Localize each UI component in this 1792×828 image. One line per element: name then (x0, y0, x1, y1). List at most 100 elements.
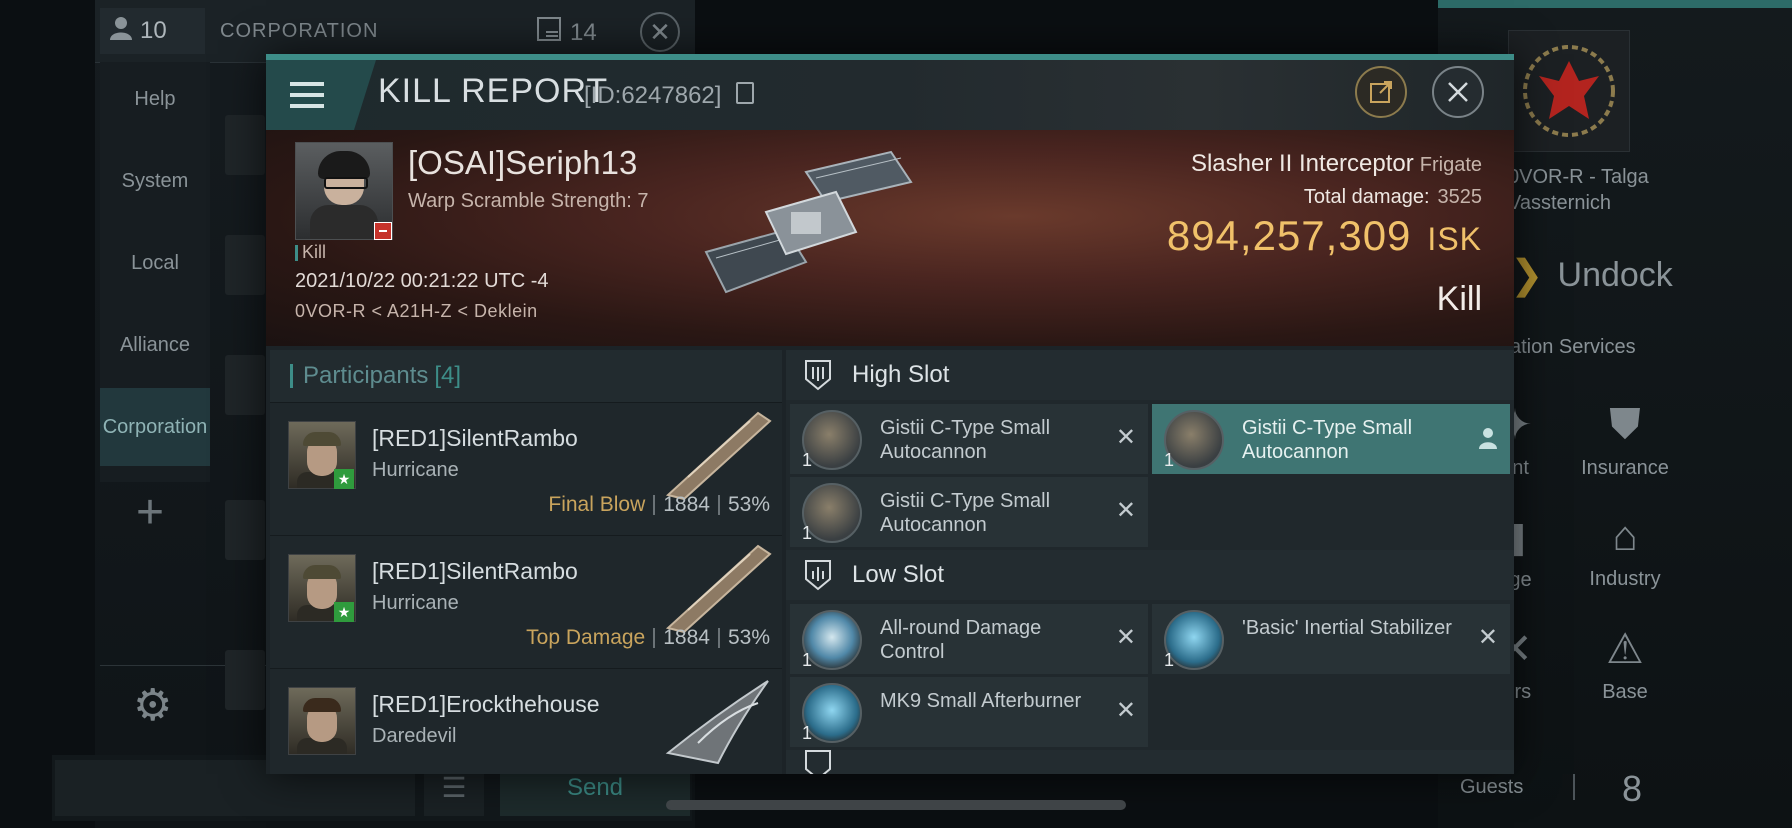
total-damage-label: Total damage: (1303, 186, 1430, 208)
participants-panel: Participants [4] ★ [RED1]SilentRambo Hur… (270, 350, 782, 774)
service-label: Industry (1589, 568, 1661, 590)
participant-row[interactable]: [RED1]Erockthehouse Daredevil (270, 668, 782, 774)
background-close-icon[interactable]: ✕ (640, 12, 680, 52)
service-item-insurance[interactable]: ⛊ Insurance (1570, 400, 1680, 480)
modal-title: KILL REPORT (378, 72, 609, 110)
gear-icon[interactable]: ⚙ (133, 680, 172, 731)
sidebar-item-local[interactable]: Local (100, 252, 210, 275)
base-icon: ⚠ (1606, 625, 1644, 672)
participant-name: [RED1]Erockthehouse (372, 691, 600, 717)
share-icon (1370, 81, 1392, 103)
corp-emblem-line1: 0VOR-R - Talga (1508, 166, 1649, 188)
corp-emblem-icon (1508, 30, 1630, 152)
high-slot-header: High Slot (786, 350, 1514, 400)
participant-percent: 53% (727, 493, 770, 516)
ship-class-text: Frigate (1419, 154, 1482, 176)
isk-amount: 894,257,309 (1166, 212, 1412, 259)
industry-icon: ⌂ (1612, 512, 1638, 559)
participant-percent: 53% (727, 626, 770, 649)
module-item[interactable]: 1 Gistii C-Type Small Autocannon ✕ (790, 404, 1148, 474)
module-qty: 1 (1164, 450, 1175, 470)
share-button[interactable] (1355, 66, 1407, 118)
kill-location[interactable]: 0VOR-R < A21H-Z < Deklein (295, 301, 538, 322)
participant-ship-image (665, 680, 769, 765)
module-item[interactable]: 1 All-round Damage Control ✕ (790, 604, 1148, 674)
star-icon: ★ (334, 602, 354, 622)
participant-row[interactable]: ★ [RED1]SilentRambo Hurricane Top Damage… (270, 535, 782, 666)
standing-badge-icon (374, 222, 392, 240)
mail-count-value: 14 (570, 18, 597, 46)
ship-name-text: Slasher II Interceptor (1190, 150, 1414, 177)
victim-name[interactable]: [OSAI]Seriph13 (408, 144, 637, 182)
module-name: MK9 Small Afterburner (880, 690, 1082, 712)
module-item[interactable]: 1 Gistii C-Type Small Autocannon ✕ (790, 477, 1148, 547)
victim-ship-name[interactable]: Slasher II Interceptor Frigate (1191, 150, 1482, 178)
background-mail-count[interactable]: 14 (536, 16, 597, 49)
participant-ship: Hurricane (372, 459, 459, 481)
sidebar-item-corporation[interactable]: Corporation (100, 388, 210, 466)
add-channel-icon[interactable]: + (136, 485, 164, 540)
background-member-count[interactable]: 10 (100, 8, 205, 54)
participant-damage: 1884 (663, 626, 710, 649)
kill-datetime: 2021/10/22 00:21:22 UTC -4 (295, 270, 549, 292)
service-item-base[interactable]: ⚠ Base (1570, 624, 1680, 704)
sidebar-item-system[interactable]: System (100, 170, 210, 193)
module-qty: 1 (802, 650, 813, 670)
fitting-panel: High Slot 1 Gistii C-Type Small Autocann… (786, 350, 1514, 774)
participant-stats: Final Blow 1884 53% (548, 493, 770, 517)
destroyed-icon: ✕ (1115, 497, 1136, 524)
guests-divider (1573, 774, 1575, 800)
avatar (225, 500, 265, 560)
close-button[interactable] (1432, 66, 1484, 118)
kill-tag: Kill (295, 242, 326, 263)
kill-report-modal: KILL REPORT [ID:6247862] [OSAI]Seriph13 … (266, 54, 1514, 774)
participant-ship: Hurricane (372, 592, 459, 614)
module-qty: 1 (802, 723, 813, 743)
total-damage-value: 3525 (1437, 186, 1483, 208)
module-item-selected[interactable]: 1 Gistii C-Type Small Autocannon (1152, 404, 1510, 474)
module-item[interactable]: 1 'Basic' Inertial Stabilizer ✕ (1152, 604, 1510, 674)
person-icon (110, 16, 132, 47)
victim-ship-image[interactable] (686, 142, 926, 302)
participant-row[interactable]: ★ [RED1]SilentRambo Hurricane Final Blow… (270, 402, 782, 533)
avatar (225, 235, 265, 295)
total-damage: Total damage: 3525 (1304, 186, 1482, 209)
insurance-icon: ⛊ (1609, 400, 1641, 447)
sidebar-item-alliance[interactable]: Alliance (100, 334, 210, 357)
next-slot-header-partial (786, 750, 1514, 774)
victim-subtitle: Warp Scramble Strength: 7 (408, 190, 649, 212)
station-services-title: ation Services (1510, 336, 1636, 358)
corp-emblem-name: 0VOR-R - Talga Vassternich (1508, 164, 1649, 216)
participant-ship-image (665, 544, 772, 634)
slot-icon (805, 750, 831, 774)
guests-count: 8 (1622, 768, 1643, 809)
avatar (225, 115, 265, 175)
undock-label: Undock (1557, 255, 1673, 294)
victim-banner: [OSAI]Seriph13 Warp Scramble Strength: 7… (266, 130, 1514, 346)
module-qty: 1 (802, 450, 813, 470)
module-qty: 1 (1164, 650, 1175, 670)
destroyed-icon: ✕ (1115, 624, 1136, 651)
dropped-person-icon (1479, 428, 1497, 449)
destroyed-icon: ✕ (1115, 424, 1136, 451)
copy-icon[interactable] (736, 82, 754, 104)
participant-name: [RED1]SilentRambo (372, 558, 578, 584)
member-count-value: 10 (140, 17, 167, 44)
isk-unit: ISK (1427, 221, 1482, 257)
participants-header: Participants [4] (270, 350, 782, 402)
module-item[interactable]: 1 MK9 Small Afterburner ✕ (790, 677, 1148, 747)
mail-icon (536, 16, 562, 49)
home-indicator[interactable] (666, 800, 1126, 810)
kill-result: Kill (1436, 280, 1482, 318)
participants-count: [4] (434, 362, 462, 389)
participant-tag: Top Damage (526, 626, 646, 649)
module-name: Gistii C-Type Small Autocannon (1242, 417, 1413, 463)
avatar (225, 650, 265, 710)
background-right-accent (1438, 0, 1792, 8)
star-icon: ★ (334, 469, 354, 489)
undock-button[interactable]: ❯ Undock (1510, 252, 1673, 298)
participant-name: [RED1]SilentRambo (372, 425, 578, 451)
sidebar-item-help[interactable]: Help (100, 88, 210, 111)
service-item-industry[interactable]: ⌂ Industry (1570, 512, 1680, 591)
background-corp-title: CORPORATION (220, 20, 379, 42)
